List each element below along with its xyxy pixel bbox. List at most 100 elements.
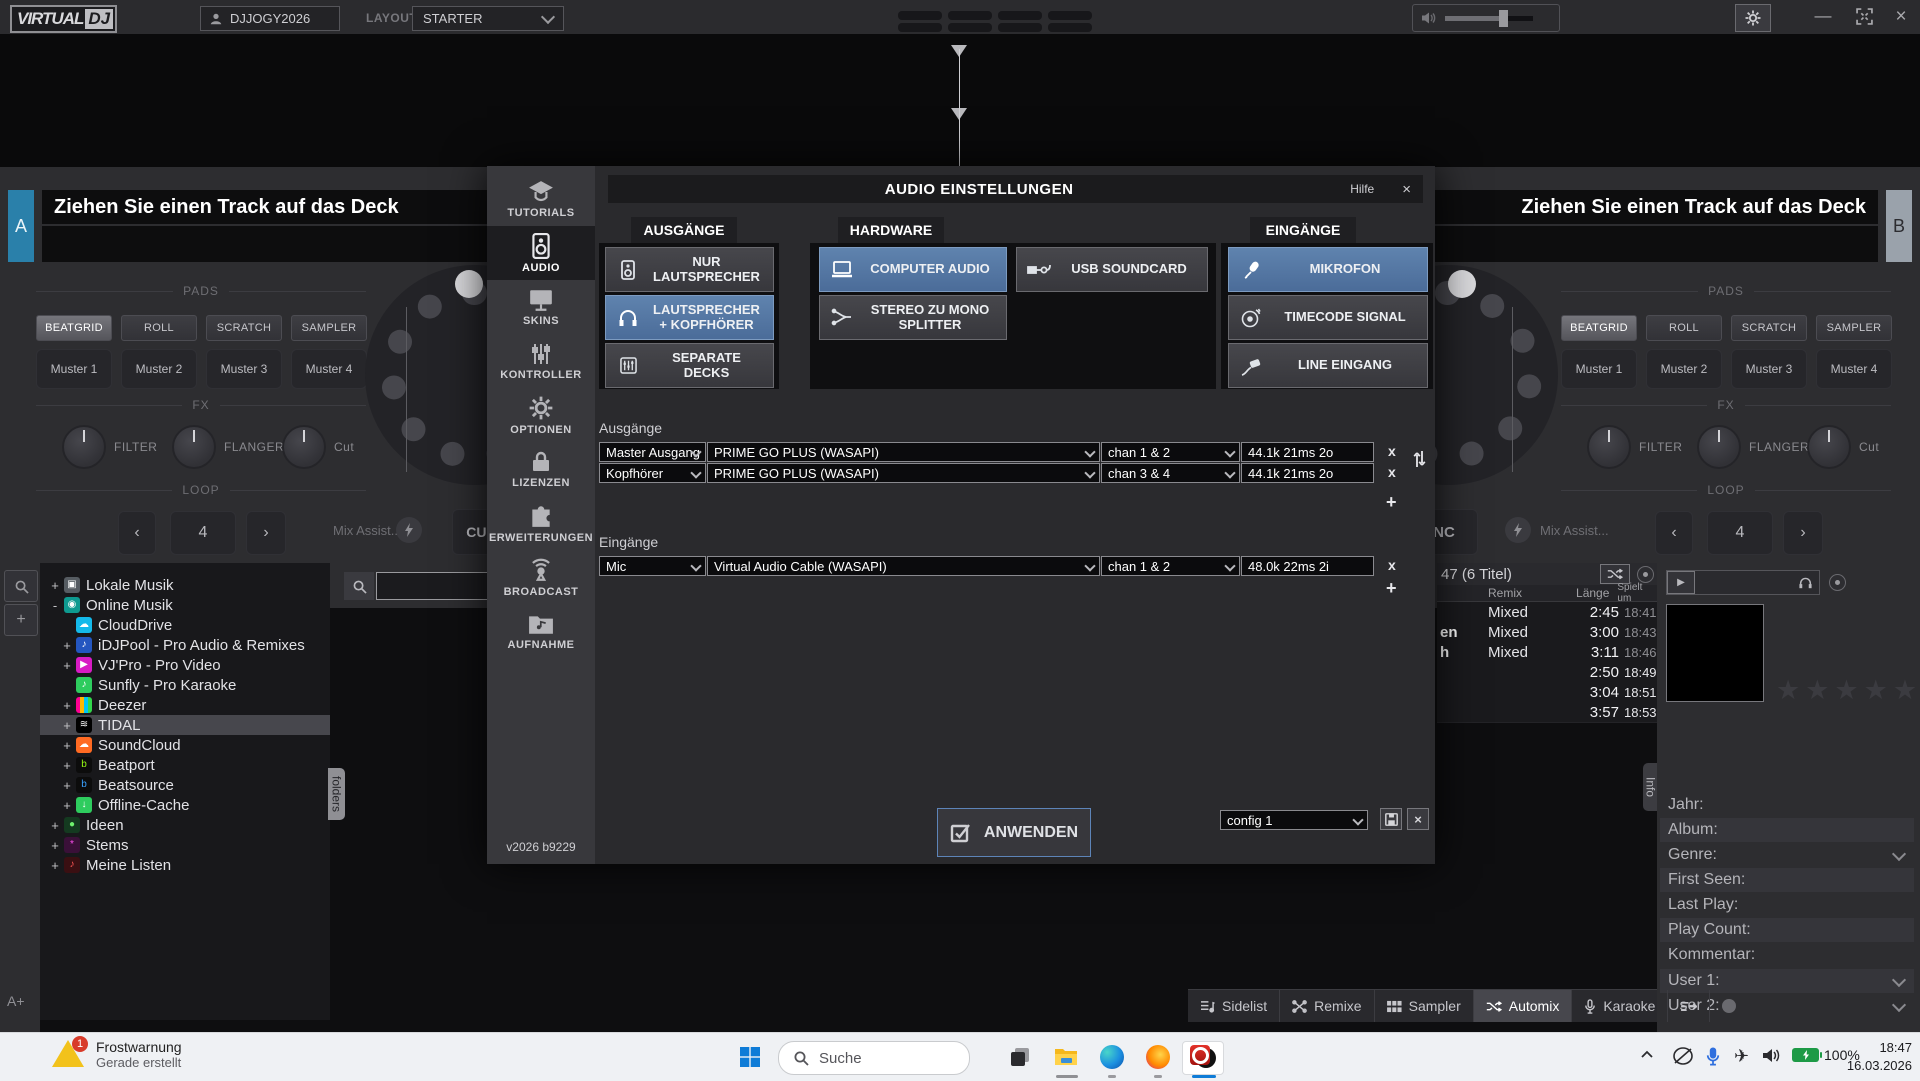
tab-ausgaenge[interactable]: AUSGÄNGE: [631, 217, 737, 243]
sidebar-item-lizenzen[interactable]: LIZENZEN: [487, 442, 595, 496]
input-channel-select[interactable]: chan 1 & 2: [1101, 556, 1240, 576]
shuffle-button[interactable]: [1600, 564, 1630, 584]
fullscreen-button[interactable]: [1856, 8, 1873, 25]
user-account-button[interactable]: DJJOGY2026: [200, 6, 340, 31]
notification-area[interactable]: 1 Frostwarnung Gerade erstellt: [52, 1039, 182, 1070]
virtualdj-taskbar-button[interactable]: [1182, 1041, 1224, 1075]
pad-muster-4[interactable]: Muster 4: [291, 349, 367, 389]
search-button[interactable]: [4, 570, 38, 602]
tracklist-search-button[interactable]: [344, 572, 374, 600]
fx-knob-filter[interactable]: FILTER: [62, 425, 157, 469]
close-button[interactable]: ×: [1886, 6, 1916, 28]
field-play-count[interactable]: Play Count:: [1660, 918, 1914, 942]
add-input-button[interactable]: +: [1386, 578, 1397, 599]
tree-item-meine-listen[interactable]: +♪Meine Listen: [40, 855, 330, 875]
microphone-indicator[interactable]: [1706, 1047, 1720, 1066]
pad-muster-1[interactable]: Muster 1: [1561, 349, 1637, 389]
fx-knob-filter[interactable]: FILTER: [1587, 425, 1682, 469]
record-button[interactable]: [1709, 990, 1748, 1022]
loop-half-button[interactable]: ‹: [118, 511, 156, 555]
sidebar-item-audio[interactable]: AUDIO: [487, 226, 595, 280]
field-genre[interactable]: Genre:: [1660, 843, 1914, 867]
task-view-button[interactable]: [1000, 1041, 1040, 1073]
pad-muster-4[interactable]: Muster 4: [1816, 349, 1892, 389]
pad-mode-sampler[interactable]: SAMPLER: [1816, 315, 1892, 341]
pad-muster-2[interactable]: Muster 2: [121, 349, 197, 389]
input-role-select[interactable]: Mic: [599, 556, 706, 576]
prelisten-player[interactable]: ▶: [1666, 570, 1820, 595]
tree-item-idjpool[interactable]: +♪iDJPool - Pro Audio & Remixes: [40, 635, 330, 655]
remove-row-button[interactable]: x: [1388, 443, 1396, 459]
deck-b-tab[interactable]: B: [1886, 190, 1912, 262]
loop-double-button[interactable]: ›: [246, 511, 286, 555]
tree-item-tidal[interactable]: +≋TIDAL: [40, 715, 330, 735]
info-tab[interactable]: Info: [1643, 763, 1658, 811]
export-list-button[interactable]: [1667, 990, 1709, 1022]
output-channel-select[interactable]: chan 1 & 2: [1101, 442, 1240, 462]
tree-item-lokale-musik[interactable]: +▣Lokale Musik: [40, 575, 330, 595]
edge-button[interactable]: [1092, 1041, 1132, 1073]
tree-item-deezer[interactable]: +Deezer: [40, 695, 330, 715]
tab-karaoke[interactable]: Karaoke: [1571, 990, 1667, 1022]
sidebar-item-tutorials[interactable]: TUTORIALS: [487, 172, 595, 226]
column-remix[interactable]: Remix: [1488, 586, 1522, 600]
volume-slider-thumb[interactable]: [1499, 10, 1508, 27]
layout-select[interactable]: STARTER: [412, 6, 564, 31]
output-channel-select[interactable]: chan 3 & 4: [1101, 463, 1240, 483]
pad-mode-roll[interactable]: ROLL: [1646, 315, 1722, 341]
rating-stars[interactable]: ★★★★★: [1776, 675, 1920, 706]
pad-muster-1[interactable]: Muster 1: [36, 349, 112, 389]
tab-sidelist[interactable]: Sidelist: [1188, 990, 1279, 1022]
remove-row-button[interactable]: x: [1388, 557, 1396, 573]
mix-assist-button[interactable]: [1505, 517, 1531, 543]
field-first-seen[interactable]: First Seen:: [1660, 868, 1914, 892]
input-line-in-button[interactable]: LINE EINGANG: [1228, 343, 1428, 388]
volume-slider[interactable]: [1445, 16, 1533, 21]
pad-muster-3[interactable]: Muster 3: [206, 349, 282, 389]
minimize-button[interactable]: —: [1808, 6, 1838, 26]
volume-indicator[interactable]: [1762, 1047, 1782, 1064]
hardware-computer-audio-button[interactable]: COMPUTER AUDIO: [819, 247, 1007, 292]
tab-hardware[interactable]: HARDWARE: [838, 217, 944, 243]
taskbar-search[interactable]: Suche: [778, 1041, 970, 1075]
pitch-fader-a[interactable]: [406, 307, 407, 472]
filter-knob[interactable]: [1587, 425, 1631, 469]
input-mikrofon-button[interactable]: MIKROFON: [1228, 247, 1428, 292]
tab-remixe[interactable]: Remixe: [1279, 990, 1373, 1022]
input-timecode-button[interactable]: TIMECODE SIGNAL: [1228, 295, 1428, 340]
settings-button[interactable]: [1735, 4, 1771, 32]
mix-assist-button[interactable]: [396, 517, 422, 543]
add-button[interactable]: +: [4, 604, 38, 636]
sidebar-item-optionen[interactable]: OPTIONEN: [487, 388, 595, 442]
column-spielt-um[interactable]: Spielt um: [1617, 582, 1657, 604]
delete-config-button[interactable]: ×: [1407, 808, 1429, 830]
cut-knob[interactable]: [282, 425, 326, 469]
deck-a-tab[interactable]: A: [8, 190, 34, 262]
pad-mode-scratch[interactable]: SCRATCH: [206, 315, 282, 341]
filter-knob[interactable]: [62, 425, 106, 469]
prelisten-play-button[interactable]: ▶: [1667, 571, 1695, 594]
flanger-knob[interactable]: [1697, 425, 1741, 469]
tree-item-beatport[interactable]: +bBeatport: [40, 755, 330, 775]
fx-knob-flanger[interactable]: FLANGER: [1697, 425, 1809, 469]
hardware-stereo-mono-splitter-button[interactable]: STEREO ZU MONO SPLITTER: [819, 295, 1007, 340]
output-role-select[interactable]: Master Ausgang: [599, 442, 706, 462]
input-device-select[interactable]: Virtual Audio Cable (WASAPI): [707, 556, 1100, 576]
flanger-knob[interactable]: [172, 425, 216, 469]
tree-item-sunfly[interactable]: ♪Sunfly - Pro Karaoke: [40, 675, 330, 695]
pitch-fader-b[interactable]: [1512, 307, 1513, 472]
track-row[interactable]: enMixed3:0018:43: [1437, 622, 1657, 643]
field-kommentar[interactable]: Kommentar:: [1660, 943, 1914, 967]
field-last-play[interactable]: Last Play:: [1660, 893, 1914, 917]
pad-muster-3[interactable]: Muster 3: [1731, 349, 1807, 389]
sidebar-item-broadcast[interactable]: BROADCAST: [487, 550, 595, 604]
tree-item-soundcloud[interactable]: +☁SoundCloud: [40, 735, 330, 755]
airplane-mode-icon[interactable]: ✈: [1734, 1046, 1749, 1067]
pad-muster-2[interactable]: Muster 2: [1646, 349, 1722, 389]
tree-item-offline-cache[interactable]: +↓Offline-Cache: [40, 795, 330, 815]
fx-knob-cut[interactable]: Cut: [1807, 425, 1879, 469]
output-device-select[interactable]: PRIME GO PLUS (WASAPI): [707, 463, 1100, 483]
loop-double-button[interactable]: ›: [1783, 511, 1823, 555]
pad-mode-roll[interactable]: ROLL: [121, 315, 197, 341]
tab-eingaenge[interactable]: EINGÄNGE: [1250, 217, 1356, 243]
